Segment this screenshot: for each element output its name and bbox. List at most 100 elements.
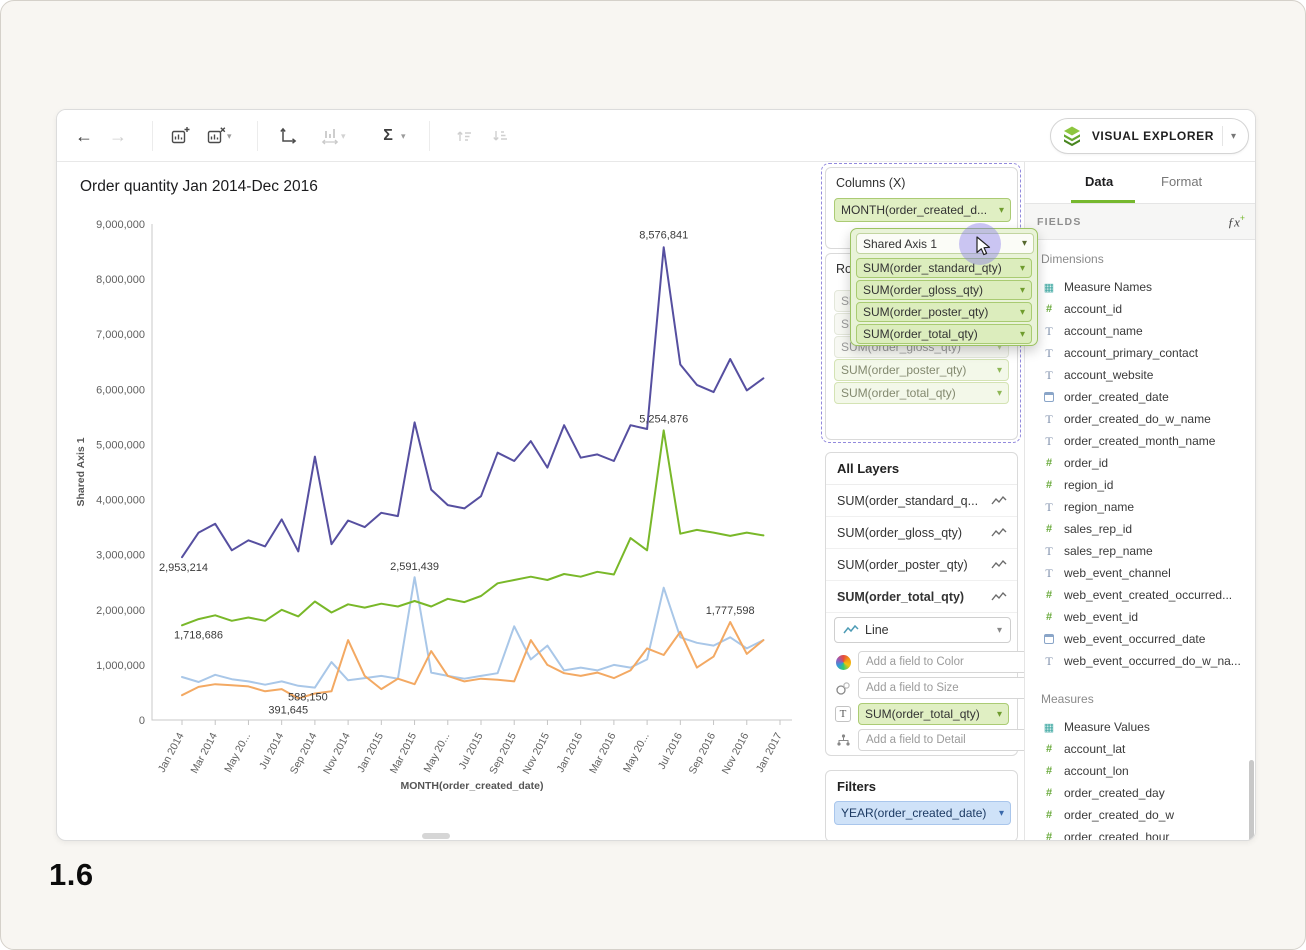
field-item[interactable]: Tregion_name [1041, 496, 1256, 518]
field-item[interactable]: #account_lat [1041, 738, 1256, 760]
sort-descending-button[interactable] [485, 122, 515, 150]
x-tick-label: Jul 2016 [656, 731, 685, 772]
sort-descending-icon [491, 128, 509, 144]
layer-item[interactable]: SUM(order_poster_qty) [826, 549, 1017, 581]
shared-axis-member-pill[interactable]: SUM(order_standard_qty)▾ [856, 258, 1032, 278]
aggregate-button[interactable]: Σ [373, 122, 403, 150]
add-calculated-field-icon[interactable]: ƒx+ [1228, 213, 1245, 230]
mark-type-label: Line [865, 623, 889, 637]
forward-button[interactable]: → [103, 122, 133, 150]
field-item[interactable]: Torder_created_do_w_name [1041, 408, 1256, 430]
swap-axes-button[interactable] [273, 122, 303, 150]
add-chart-button[interactable] [165, 122, 195, 150]
button-divider [1222, 126, 1223, 146]
field-item[interactable]: ▦Measure Names [1041, 276, 1256, 298]
chevron-down-icon: ▾ [1020, 329, 1025, 340]
back-button[interactable]: ← [69, 122, 99, 150]
layer-label: SUM(order_gloss_qty) [837, 526, 991, 540]
field-item[interactable]: Taccount_website [1041, 364, 1256, 386]
number-icon: # [1041, 831, 1057, 841]
shared-axis-member-pill[interactable]: SUM(order_poster_qty) ▾ [856, 302, 1032, 322]
filter-pill-year-order-created-date[interactable]: YEAR(order_created_date) ▾ [834, 801, 1011, 825]
number-icon: # [1041, 479, 1057, 491]
field-item[interactable]: #region_id [1041, 474, 1256, 496]
number-icon: # [1041, 457, 1057, 469]
field-item[interactable]: Tsales_rep_name [1041, 540, 1256, 562]
shared-axis-member-pill[interactable]: SUM(order_gloss_qty)▾ [856, 280, 1032, 300]
chevron-down-icon[interactable]: ▾ [341, 131, 346, 142]
pill-label: SUM(order_poster_qty) [863, 305, 1016, 319]
detail-field-input[interactable] [858, 729, 1028, 751]
field-name: region_name [1064, 500, 1134, 514]
chevron-down-icon[interactable]: ▾ [401, 131, 406, 142]
field-item[interactable]: ▦Measure Values [1041, 716, 1256, 738]
x-tick-label: Nov 2014 [321, 731, 353, 776]
x-tick-label: Nov 2015 [520, 731, 552, 776]
shared-axis-member-pill[interactable]: SUM(order_total_qty)▾ [856, 324, 1032, 344]
mark-type-select[interactable]: Line ▾ [834, 617, 1011, 643]
field-item[interactable]: #account_lon [1041, 760, 1256, 782]
number-icon: # [1041, 589, 1057, 601]
field-item[interactable]: #account_id [1041, 298, 1256, 320]
sort-ascending-button[interactable] [449, 122, 479, 150]
tab-data[interactable]: Data [1085, 174, 1113, 189]
layer-item[interactable]: SUM(order_gloss_qty) [826, 517, 1017, 549]
resize-bars-icon [320, 126, 340, 146]
pill-label: MONTH(order_created_d... [841, 203, 995, 217]
field-item[interactable]: Taccount_primary_contact [1041, 342, 1256, 364]
field-name: sales_rep_id [1064, 522, 1132, 536]
sidebar-scrollbar[interactable] [1249, 760, 1254, 841]
text-icon: T [1041, 566, 1057, 581]
layer-item[interactable]: SUM(order_standard_q... [826, 485, 1017, 517]
field-item[interactable]: order_created_date [1041, 386, 1256, 408]
layer-item[interactable]: SUM(order_total_qty) [826, 581, 1017, 613]
x-tick-label: Sep 2016 [686, 731, 718, 776]
chevron-down-icon[interactable]: ▾ [1231, 131, 1236, 142]
field-item[interactable]: #order_created_day [1041, 782, 1256, 804]
field-item[interactable]: #sales_rep_id [1041, 518, 1256, 540]
field-item[interactable]: Taccount_name [1041, 320, 1256, 342]
tab-format[interactable]: Format [1161, 174, 1202, 189]
chevron-down-icon[interactable]: ▾ [1022, 238, 1027, 249]
chevron-down-icon[interactable]: ▾ [227, 131, 232, 142]
size-field-input[interactable] [858, 677, 1028, 699]
y-tick-label: 4,000,000 [96, 495, 145, 507]
field-item[interactable]: #order_created_do_w [1041, 804, 1256, 826]
field-item[interactable]: #order_created_hour [1041, 826, 1256, 841]
field-item[interactable]: #order_id [1041, 452, 1256, 474]
x-tick-label: May 20... [621, 731, 652, 775]
text-pill-sum-order-total-qty[interactable]: SUM(order_total_qty) ▾ [858, 703, 1009, 725]
chevron-down-icon: ▾ [1020, 307, 1025, 318]
field-item[interactable]: #web_event_id [1041, 606, 1256, 628]
pill-label: SUM(order_poster_qty) [841, 363, 993, 377]
color-field-input[interactable] [858, 651, 1028, 673]
chevron-down-icon[interactable]: ▾ [999, 205, 1004, 216]
rows-pill[interactable]: SUM(order_poster_qty) ▾ [834, 359, 1009, 381]
shared-axis-pill[interactable]: Shared Axis 1 ▾ [856, 233, 1034, 254]
size-icon [834, 679, 852, 697]
rows-pill[interactable]: SUM(order_total_qty)▾ [834, 382, 1009, 404]
field-item[interactable]: Torder_created_month_name [1041, 430, 1256, 452]
field-item[interactable]: web_event_occurred_date [1041, 628, 1256, 650]
field-name: order_created_do_w [1064, 808, 1174, 822]
layer-label: SUM(order_standard_q... [837, 494, 991, 508]
line-mark-icon [843, 624, 859, 636]
toolbar-divider [257, 121, 258, 151]
chevron-down-icon: ▾ [1020, 285, 1025, 296]
visual-explorer-button[interactable]: VISUAL EXPLORER ▾ [1050, 118, 1249, 154]
chevron-down-icon: ▾ [997, 365, 1002, 376]
measures-label: Measures [1041, 692, 1256, 708]
visual-explorer-logo-icon [1060, 124, 1084, 148]
shared-axis-popup: Shared Axis 1 ▾ SUM(order_standard_qty)▾… [850, 228, 1038, 346]
columns-pill-month-order-created-date[interactable]: MONTH(order_created_d... ▾ [834, 198, 1011, 222]
chevron-down-icon[interactable]: ▾ [999, 808, 1004, 819]
field-item[interactable]: #web_event_created_occurred... [1041, 584, 1256, 606]
number-icon: # [1041, 303, 1057, 315]
chart-horizontal-scrollbar[interactable] [422, 833, 450, 839]
field-item[interactable]: Tweb_event_occurred_do_w_na... [1041, 650, 1256, 672]
field-item[interactable]: Tweb_event_channel [1041, 562, 1256, 584]
field-name: Measure Names [1064, 280, 1152, 294]
chevron-down-icon[interactable]: ▾ [997, 625, 1002, 636]
data-point-label: 1,718,686 [174, 629, 223, 641]
chevron-down-icon[interactable]: ▾ [997, 709, 1002, 720]
